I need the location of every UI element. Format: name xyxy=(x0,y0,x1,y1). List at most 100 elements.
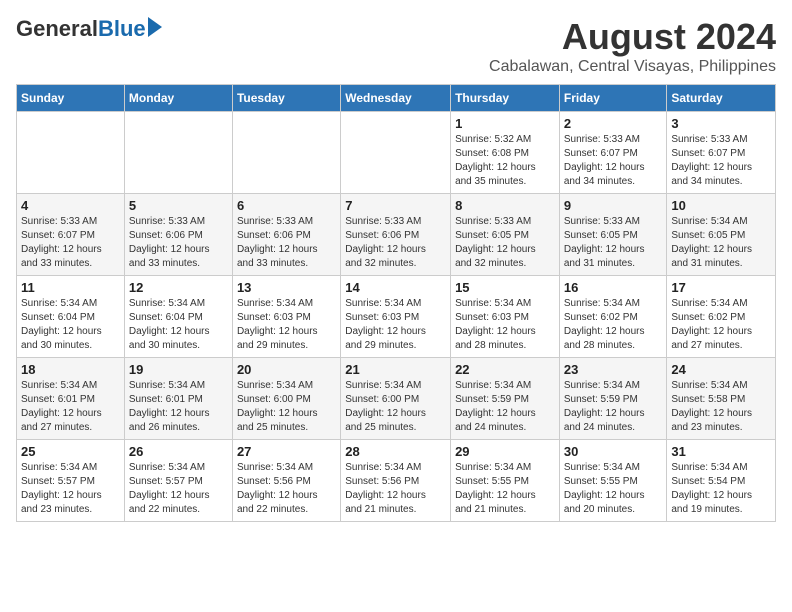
cell-day-number: 19 xyxy=(129,362,228,377)
logo-general: General xyxy=(16,16,98,42)
cell-day-number: 16 xyxy=(564,280,663,295)
calendar-cell: 17 Sunrise: 5:34 AM Sunset: 6:02 PM Dayli… xyxy=(667,276,776,358)
calendar-cell: 20Sunrise: 5:34 AM Sunset: 6:00 PM Dayli… xyxy=(232,358,340,440)
calendar-cell xyxy=(232,112,340,194)
calendar-cell: 24 Sunrise: 5:34 AM Sunset: 5:58 PM Dayli… xyxy=(667,358,776,440)
cell-day-number: 4 xyxy=(21,198,120,213)
cell-day-number: 29 xyxy=(455,444,555,459)
cell-info: Sunrise: 5:34 AM Sunset: 6:05 PM Dayligh… xyxy=(671,215,771,271)
cell-info: Sunrise: 5:33 AM Sunset: 6:06 PM Dayligh… xyxy=(129,215,228,271)
header-saturday: Saturday xyxy=(667,85,776,112)
cell-info: Sunrise: 5:34 AM Sunset: 6:03 PM Dayligh… xyxy=(237,297,336,353)
calendar-cell: 12Sunrise: 5:34 AM Sunset: 6:04 PM Dayli… xyxy=(124,276,232,358)
calendar-cell xyxy=(341,112,451,194)
cell-day-number: 5 xyxy=(129,198,228,213)
cell-info: Sunrise: 5:34 AM Sunset: 5:57 PM Dayligh… xyxy=(129,461,228,517)
calendar-cell: 13Sunrise: 5:34 AM Sunset: 6:03 PM Dayli… xyxy=(232,276,340,358)
cell-info: Sunrise: 5:33 AM Sunset: 6:05 PM Dayligh… xyxy=(564,215,663,271)
cell-day-number: 3 xyxy=(671,116,771,131)
cell-day-number: 24 xyxy=(671,362,771,377)
cell-day-number: 17 xyxy=(671,280,771,295)
cell-info: Sunrise: 5:34 AM Sunset: 6:00 PM Dayligh… xyxy=(345,379,446,435)
header-sunday: Sunday xyxy=(17,85,125,112)
cell-info: Sunrise: 5:33 AM Sunset: 6:07 PM Dayligh… xyxy=(21,215,120,271)
calendar-cell: 19 Sunrise: 5:34 AM Sunset: 6:01 PM Dayli… xyxy=(124,358,232,440)
cell-day-number: 21 xyxy=(345,362,446,377)
cell-day-number: 6 xyxy=(237,198,336,213)
page-title: August 2024 xyxy=(489,16,776,58)
calendar-cell: 9Sunrise: 5:33 AM Sunset: 6:05 PM Daylig… xyxy=(559,194,667,276)
calendar-cell xyxy=(124,112,232,194)
cell-info: Sunrise: 5:34 AM Sunset: 6:01 PM Dayligh… xyxy=(129,379,228,435)
cell-info: Sunrise: 5:33 AM Sunset: 6:06 PM Dayligh… xyxy=(237,215,336,271)
cell-info: Sunrise: 5:34 AM Sunset: 5:54 PM Dayligh… xyxy=(671,461,771,517)
calendar-cell: 5 Sunrise: 5:33 AM Sunset: 6:06 PM Daylig… xyxy=(124,194,232,276)
header-friday: Friday xyxy=(559,85,667,112)
cell-day-number: 25 xyxy=(21,444,120,459)
calendar-cell: 7Sunrise: 5:33 AM Sunset: 6:06 PM Daylig… xyxy=(341,194,451,276)
cell-info: Sunrise: 5:33 AM Sunset: 6:06 PM Dayligh… xyxy=(345,215,446,271)
header-wednesday: Wednesday xyxy=(341,85,451,112)
cell-info: Sunrise: 5:34 AM Sunset: 6:03 PM Dayligh… xyxy=(345,297,446,353)
cell-info: Sunrise: 5:34 AM Sunset: 6:00 PM Dayligh… xyxy=(237,379,336,435)
title-block: August 2024 Cabalawan, Central Visayas, … xyxy=(489,16,776,76)
cell-info: Sunrise: 5:34 AM Sunset: 6:03 PM Dayligh… xyxy=(455,297,555,353)
cell-day-number: 31 xyxy=(671,444,771,459)
cell-info: Sunrise: 5:34 AM Sunset: 5:59 PM Dayligh… xyxy=(455,379,555,435)
cell-info: Sunrise: 5:32 AM Sunset: 6:08 PM Dayligh… xyxy=(455,133,555,189)
cell-info: Sunrise: 5:33 AM Sunset: 6:07 PM Dayligh… xyxy=(671,133,771,189)
calendar-cell: 16 Sunrise: 5:34 AM Sunset: 6:02 PM Dayli… xyxy=(559,276,667,358)
calendar-cell: 2 Sunrise: 5:33 AM Sunset: 6:07 PM Daylig… xyxy=(559,112,667,194)
cell-day-number: 2 xyxy=(564,116,663,131)
cell-info: Sunrise: 5:34 AM Sunset: 6:04 PM Dayligh… xyxy=(21,297,120,353)
calendar-cell: 1 Sunrise: 5:32 AM Sunset: 6:08 PM Daylig… xyxy=(451,112,560,194)
cell-day-number: 14 xyxy=(345,280,446,295)
cell-info: Sunrise: 5:34 AM Sunset: 6:02 PM Dayligh… xyxy=(564,297,663,353)
cell-day-number: 15 xyxy=(455,280,555,295)
logo: General Blue xyxy=(16,16,162,42)
calendar-cell: 10Sunrise: 5:34 AM Sunset: 6:05 PM Dayli… xyxy=(667,194,776,276)
calendar-cell: 26 Sunrise: 5:34 AM Sunset: 5:57 PM Dayli… xyxy=(124,440,232,522)
cell-day-number: 22 xyxy=(455,362,555,377)
cell-info: Sunrise: 5:34 AM Sunset: 5:57 PM Dayligh… xyxy=(21,461,120,517)
cell-day-number: 28 xyxy=(345,444,446,459)
cell-info: Sunrise: 5:34 AM Sunset: 5:58 PM Dayligh… xyxy=(671,379,771,435)
page-header: General Blue August 2024 Cabalawan, Cent… xyxy=(16,16,776,76)
cell-info: Sunrise: 5:34 AM Sunset: 5:55 PM Dayligh… xyxy=(455,461,555,517)
cell-info: Sunrise: 5:34 AM Sunset: 5:55 PM Dayligh… xyxy=(564,461,663,517)
calendar-cell: 27Sunrise: 5:34 AM Sunset: 5:56 PM Dayli… xyxy=(232,440,340,522)
calendar-cell: 25 Sunrise: 5:34 AM Sunset: 5:57 PM Dayli… xyxy=(17,440,125,522)
calendar-cell: 14 Sunrise: 5:34 AM Sunset: 6:03 PM Dayli… xyxy=(341,276,451,358)
calendar-cell: 11Sunrise: 5:34 AM Sunset: 6:04 PM Dayli… xyxy=(17,276,125,358)
calendar-header-row: SundayMondayTuesdayWednesdayThursdayFrid… xyxy=(17,85,776,112)
calendar-cell xyxy=(17,112,125,194)
cell-day-number: 23 xyxy=(564,362,663,377)
cell-day-number: 18 xyxy=(21,362,120,377)
calendar-cell: 23 Sunrise: 5:34 AM Sunset: 5:59 PM Dayli… xyxy=(559,358,667,440)
cell-info: Sunrise: 5:34 AM Sunset: 5:56 PM Dayligh… xyxy=(345,461,446,517)
calendar-cell: 31 Sunrise: 5:34 AM Sunset: 5:54 PM Dayli… xyxy=(667,440,776,522)
cell-info: Sunrise: 5:33 AM Sunset: 6:05 PM Dayligh… xyxy=(455,215,555,271)
cell-day-number: 1 xyxy=(455,116,555,131)
calendar-cell: 30 Sunrise: 5:34 AM Sunset: 5:55 PM Dayli… xyxy=(559,440,667,522)
cell-info: Sunrise: 5:33 AM Sunset: 6:07 PM Dayligh… xyxy=(564,133,663,189)
cell-day-number: 30 xyxy=(564,444,663,459)
cell-info: Sunrise: 5:34 AM Sunset: 5:59 PM Dayligh… xyxy=(564,379,663,435)
header-tuesday: Tuesday xyxy=(232,85,340,112)
calendar-cell: 29 Sunrise: 5:34 AM Sunset: 5:55 PM Dayli… xyxy=(451,440,560,522)
calendar-cell: 15 Sunrise: 5:34 AM Sunset: 6:03 PM Dayli… xyxy=(451,276,560,358)
cell-day-number: 27 xyxy=(237,444,336,459)
cell-info: Sunrise: 5:34 AM Sunset: 6:01 PM Dayligh… xyxy=(21,379,120,435)
page-subtitle: Cabalawan, Central Visayas, Philippines xyxy=(489,58,776,76)
calendar-cell: 28 Sunrise: 5:34 AM Sunset: 5:56 PM Dayli… xyxy=(341,440,451,522)
week-row-2: 4 Sunrise: 5:33 AM Sunset: 6:07 PM Daylig… xyxy=(17,194,776,276)
calendar-table: SundayMondayTuesdayWednesdayThursdayFrid… xyxy=(16,84,776,522)
cell-info: Sunrise: 5:34 AM Sunset: 6:04 PM Dayligh… xyxy=(129,297,228,353)
logo-blue: Blue xyxy=(98,16,146,42)
calendar-cell: 4 Sunrise: 5:33 AM Sunset: 6:07 PM Daylig… xyxy=(17,194,125,276)
calendar-cell: 21 Sunrise: 5:34 AM Sunset: 6:00 PM Dayli… xyxy=(341,358,451,440)
cell-day-number: 26 xyxy=(129,444,228,459)
calendar-cell: 22 Sunrise: 5:34 AM Sunset: 5:59 PM Dayli… xyxy=(451,358,560,440)
week-row-1: 1 Sunrise: 5:32 AM Sunset: 6:08 PM Daylig… xyxy=(17,112,776,194)
cell-info: Sunrise: 5:34 AM Sunset: 6:02 PM Dayligh… xyxy=(671,297,771,353)
